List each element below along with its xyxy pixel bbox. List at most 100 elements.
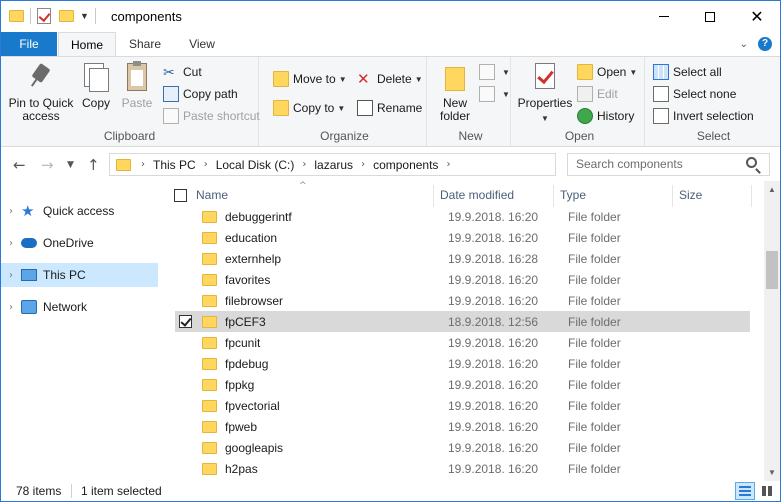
customize-toolbar-icon[interactable]: ▼ [80,11,89,21]
row-checkbox[interactable] [179,420,192,433]
vertical-scrollbar[interactable]: ▲ ▼ [764,181,780,481]
breadcrumb-components[interactable]: components [373,158,438,172]
chevron-right-icon[interactable]: › [1,270,21,281]
properties-icon[interactable] [37,8,51,24]
file-row[interactable]: favorites 19.9.2018. 16:20 File folder [175,269,750,290]
recent-locations-button[interactable]: ▼ [67,160,74,170]
tab-view[interactable]: View [176,32,228,56]
column-date-modified[interactable]: Date modified [440,188,514,202]
chevron-right-icon[interactable]: › [1,206,21,217]
search-input[interactable]: Search components [567,153,770,176]
file-row[interactable]: fppkg 19.9.2018. 16:20 File folder [175,374,750,395]
breadcrumb-separator[interactable]: › [361,159,365,170]
cut-button[interactable]: ✂ Cut [163,62,202,82]
breadcrumb-separator[interactable]: › [446,159,450,170]
breadcrumb-separator[interactable]: › [141,159,145,170]
close-button[interactable]: ✕ [734,1,780,32]
file-row[interactable]: fpcunit 19.9.2018. 16:20 File folder [175,332,750,353]
breadcrumb-this-pc[interactable]: This PC [153,158,196,172]
scroll-down-icon[interactable]: ▼ [764,464,780,481]
breadcrumb-lazarus[interactable]: lazarus [314,158,353,172]
file-row[interactable]: googleapis 19.9.2018. 16:20 File folder [175,437,750,458]
forward-button[interactable]: → [41,156,54,174]
breadcrumb-separator[interactable]: › [204,159,208,170]
tab-file[interactable]: File [1,32,57,56]
column-divider[interactable] [672,185,673,207]
minimize-button[interactable] [641,1,687,32]
scrollbar-thumb[interactable] [766,251,778,289]
select-none-button[interactable]: Select none [653,84,736,104]
scroll-up-icon[interactable]: ▲ [764,181,780,198]
paste-button[interactable]: Paste [117,61,157,110]
row-checkbox-checked[interactable] [179,315,192,328]
file-row[interactable]: filebrowser 19.9.2018. 16:20 File folder [175,290,750,311]
large-icons-view-button[interactable] [758,482,778,500]
edit-button[interactable]: Edit [577,84,618,104]
file-row[interactable]: debuggerintf 19.9.2018. 16:20 File folde… [175,206,750,227]
maximize-button[interactable] [687,1,733,32]
breadcrumb-separator[interactable]: › [302,159,306,170]
row-checkbox[interactable] [179,294,192,307]
row-checkbox[interactable] [179,399,192,412]
details-view-button[interactable] [735,482,755,500]
file-row[interactable]: education 19.9.2018. 16:20 File folder [175,227,750,248]
invert-selection-button[interactable]: Invert selection [653,106,754,126]
column-divider[interactable] [751,185,752,207]
row-checkbox[interactable] [179,378,192,391]
file-row[interactable]: fpweb 19.9.2018. 16:20 File folder [175,416,750,437]
easy-access-button[interactable]: ▼ [479,84,510,104]
open-button[interactable]: Open ▼ [577,62,637,82]
address-bar[interactable]: › This PC › Local Disk (C:) › lazarus › … [109,153,659,176]
row-checkbox[interactable] [179,441,192,454]
back-button[interactable]: ← [13,156,26,174]
select-all-button[interactable]: Select all [653,62,722,82]
row-checkbox[interactable] [179,357,192,370]
new-item-button[interactable]: ▼ [479,62,510,82]
file-type: File folder [568,230,621,245]
column-divider[interactable] [433,185,434,207]
column-type[interactable]: Type [560,188,586,202]
move-to-button[interactable]: Move to ▼ [273,69,347,89]
select-all-checkbox[interactable] [174,189,187,202]
chevron-right-icon[interactable]: › [1,302,21,313]
tab-share[interactable]: Share [119,32,171,56]
breadcrumb-local-disk[interactable]: Local Disk (C:) [216,158,295,172]
expand-ribbon-icon[interactable]: ⌄ [740,39,748,50]
chevron-right-icon[interactable]: › [1,238,21,249]
file-row[interactable]: fpdebug 19.9.2018. 16:20 File folder [175,353,750,374]
help-icon[interactable]: ? [758,37,772,51]
nav-item-onedrive[interactable]: › OneDrive [1,231,158,255]
column-name[interactable]: Name [196,188,228,202]
up-button[interactable]: ↑ [87,156,100,174]
row-checkbox[interactable] [179,273,192,286]
nav-item-this-pc[interactable]: › This PC [1,263,158,287]
row-checkbox[interactable] [179,210,192,223]
new-folder-button[interactable]: New folder [433,61,477,123]
file-row[interactable]: h2pas 19.9.2018. 16:20 File folder [175,458,750,479]
nav-item-quick-access[interactable]: › ★ Quick access [1,199,158,223]
nav-item-network[interactable]: › Network [1,295,158,319]
file-row[interactable]: fpvectorial 19.9.2018. 16:20 File folder [175,395,750,416]
file-row-selected[interactable]: fpCEF3 18.9.2018. 12:56 File folder [175,311,750,332]
search-icon[interactable] [746,157,757,168]
row-checkbox[interactable] [179,252,192,265]
row-checkbox[interactable] [179,231,192,244]
properties-button[interactable]: Properties ▼ [517,61,573,125]
column-divider[interactable] [553,185,554,207]
column-size[interactable]: Size [679,188,702,202]
folder-icon [9,10,24,22]
tab-home[interactable]: Home [58,32,116,57]
status-bar: 78 items 1 item selected [1,481,780,501]
history-button[interactable]: History [577,106,634,126]
file-row[interactable]: externhelp 19.9.2018. 16:28 File folder [175,248,750,269]
new-folder-icon[interactable] [59,10,74,22]
row-checkbox[interactable] [179,336,192,349]
copy-to-button[interactable]: Copy to ▼ [273,98,345,118]
pin-to-quick-access-button[interactable]: Pin to Quick access [5,61,77,123]
paste-shortcut-button[interactable]: Paste shortcut [163,106,260,126]
copy-button[interactable]: Copy [77,61,115,110]
copy-path-button[interactable]: Copy path [163,84,238,104]
rename-button[interactable]: Rename [357,98,422,118]
delete-button[interactable]: ✕ Delete ▼ [357,69,423,89]
row-checkbox[interactable] [179,462,192,475]
